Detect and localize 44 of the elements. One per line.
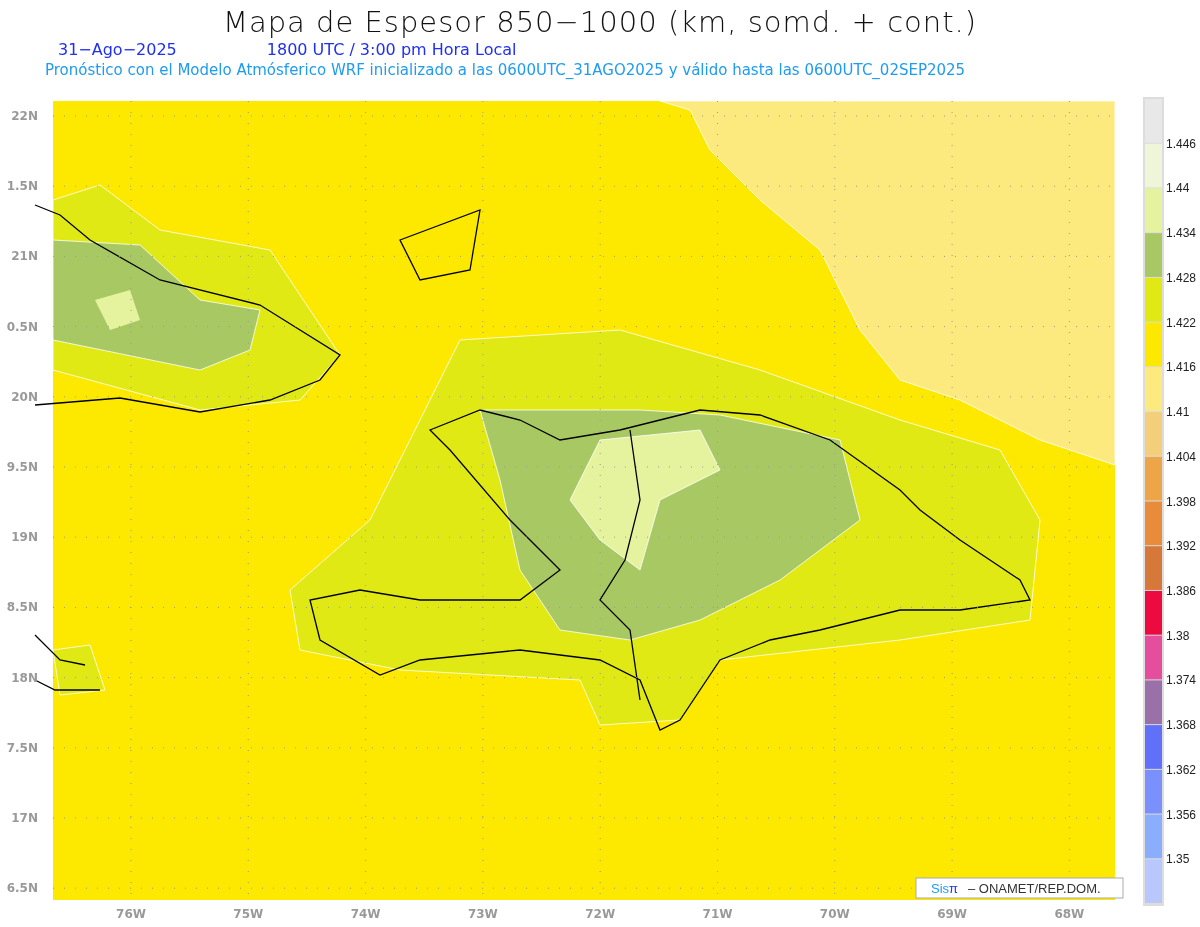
legend-label: 1.392 — [1166, 539, 1197, 554]
credit-logo: Sisπ — [931, 881, 959, 896]
latitude-label: 7.5N — [6, 740, 38, 755]
legend-label: 1.374 — [1166, 673, 1197, 688]
legend-label: 1.416 — [1166, 360, 1197, 375]
latitude-label: 20N — [11, 389, 38, 404]
map-title: Mapa de Espesor 850−1000 (km, somd. + cont.) — [222, 4, 978, 40]
latitude-label: 18N — [11, 670, 38, 685]
legend-label: 1.35 — [1166, 852, 1190, 867]
legend-label: 1.362 — [1166, 762, 1197, 777]
latitude-label: 6.5N — [6, 881, 38, 896]
legend-label: 1.41 — [1166, 405, 1190, 420]
legend-label: 1.404 — [1166, 449, 1197, 464]
legend-label: 1.422 — [1166, 315, 1197, 330]
longitude-label: 69W — [937, 907, 968, 921]
latitude-label: 17N — [11, 811, 38, 825]
forecast-time: 1800 UTC / 3:00 pm Hora Local — [266, 40, 517, 60]
longitude-label: 72W — [585, 907, 616, 921]
latitude-label: 19N — [11, 530, 38, 545]
longitude-label: 71W — [702, 907, 733, 921]
legend-label: 1.398 — [1166, 494, 1197, 509]
latitude-label: 8.5N — [6, 600, 38, 615]
legend-label: 1.368 — [1166, 718, 1197, 733]
legend-label: 1.44 — [1166, 181, 1190, 196]
longitude-label: 74W — [350, 907, 381, 921]
longitude-label: 68W — [1054, 907, 1085, 921]
legend-label: 1.38 — [1166, 628, 1190, 643]
legend-label: 1.446 — [1166, 136, 1197, 151]
latitude-label: 22N — [11, 109, 38, 123]
longitude-label: 76W — [116, 907, 146, 921]
legend-label: 1.386 — [1166, 583, 1197, 598]
longitude-label: 75W — [233, 907, 264, 921]
legend-label: 1.356 — [1166, 807, 1197, 822]
latitude-label: 0.5N — [6, 319, 38, 334]
latitude-label: 21N — [11, 249, 38, 264]
legend-label: 1.428 — [1166, 270, 1197, 285]
latitude-label: 9.5N — [6, 460, 38, 474]
forecast-description: Pronóstico con el Modelo Atmósferico WRF inicializado a las 0600UTC_31AGO2025 y válido hasta las 0600UTC_02SEP2025 — [44, 60, 967, 80]
forecast-date: 31−Ago−2025 — [58, 40, 177, 60]
latitude-label: 1.5N — [6, 179, 38, 194]
longitude-label: 73W — [467, 907, 498, 921]
credit-text: – ONAMET/REP.DOM. — [968, 881, 1101, 896]
longitude-label: 70W — [819, 907, 850, 921]
legend-label: 1.434 — [1166, 226, 1197, 241]
